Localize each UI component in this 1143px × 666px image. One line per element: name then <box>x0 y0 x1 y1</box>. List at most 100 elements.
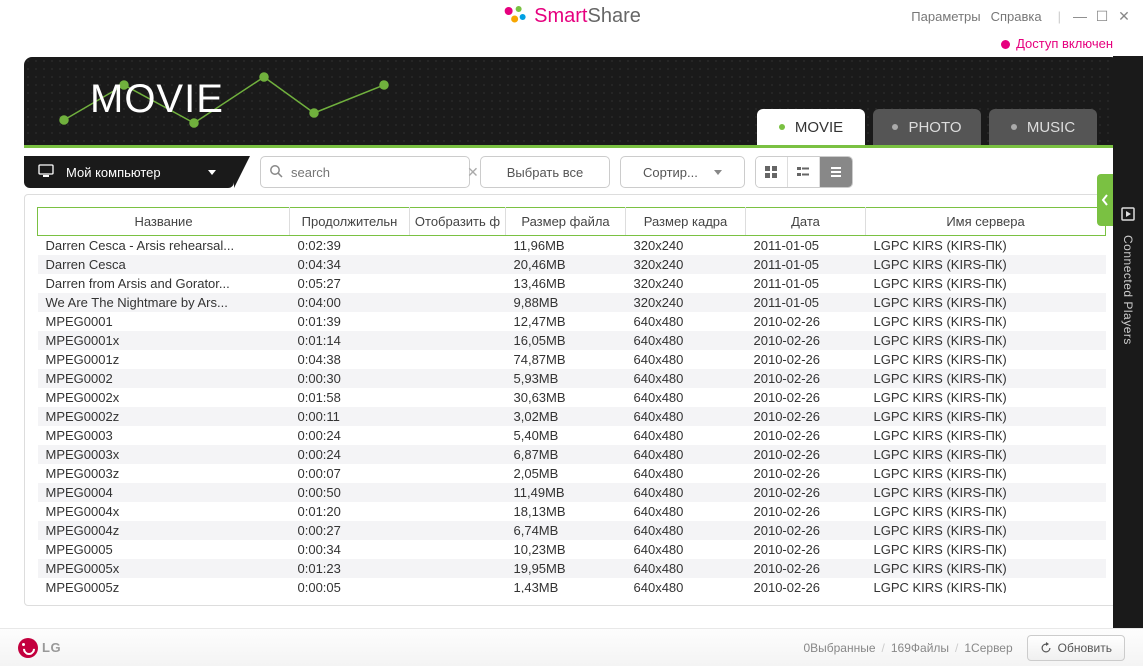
lg-logo-icon <box>18 638 38 658</box>
search-clear-button[interactable]: ✕ <box>467 164 479 181</box>
col-date[interactable]: Дата <box>746 208 866 236</box>
col-name[interactable]: Название <box>38 208 290 236</box>
cell-framesize: 640x480 <box>626 331 746 350</box>
cell-server: LGPC KIRS (KIRS-ПК) <box>866 369 1106 388</box>
cell-display <box>410 483 506 502</box>
cell-framesize: 640x480 <box>626 559 746 578</box>
stat-servers: 1Сервер <box>964 641 1012 655</box>
cell-framesize: 640x480 <box>626 407 746 426</box>
cell-server: LGPC KIRS (KIRS-ПК) <box>866 464 1106 483</box>
tab-music[interactable]: MUSIC <box>989 109 1097 145</box>
view-grid-button[interactable] <box>756 157 788 187</box>
col-display[interactable]: Отобразить ф <box>410 208 506 236</box>
tab-music-label: MUSIC <box>1027 119 1075 136</box>
cell-duration: 0:00:07 <box>290 464 410 483</box>
computer-icon <box>38 164 54 181</box>
table-row[interactable]: MPEG0002x0:01:5830,63MB640x4802010-02-26… <box>38 388 1106 407</box>
menu-params[interactable]: Параметры <box>911 9 980 24</box>
cell-display <box>410 445 506 464</box>
cell-display <box>410 559 506 578</box>
cell-name: MPEG0001x <box>38 331 290 350</box>
tab-movie[interactable]: MOVIE <box>757 109 865 145</box>
table-row[interactable]: MPEG0003x0:00:246,87MB640x4802010-02-26L… <box>38 445 1106 464</box>
cell-filesize: 11,49MB <box>506 483 626 502</box>
side-panel-toggle[interactable] <box>1097 174 1113 226</box>
tab-movie-label: MOVIE <box>795 119 843 136</box>
table-row[interactable]: MPEG0001z0:04:3874,87MB640x4802010-02-26… <box>38 350 1106 369</box>
table-row[interactable]: MPEG0001x0:01:1416,05MB640x4802010-02-26… <box>38 331 1106 350</box>
table-row[interactable]: MPEG00020:00:305,93MB640x4802010-02-26LG… <box>38 369 1106 388</box>
table-row[interactable]: MPEG00030:00:245,40MB640x4802010-02-26LG… <box>38 426 1106 445</box>
tab-photo[interactable]: PHOTO <box>873 109 981 145</box>
col-server[interactable]: Имя сервера <box>866 208 1106 236</box>
source-label: Мой компьютер <box>66 165 161 180</box>
cell-server: LGPC KIRS (KIRS-ПК) <box>866 502 1106 521</box>
cell-filesize: 2,05MB <box>506 464 626 483</box>
search-input[interactable] <box>291 165 467 180</box>
cell-framesize: 640x480 <box>626 483 746 502</box>
table-row[interactable]: MPEG00040:00:5011,49MB640x4802010-02-26L… <box>38 483 1106 502</box>
cell-framesize: 640x480 <box>626 312 746 331</box>
sort-dropdown[interactable]: Сортир... <box>620 156 745 188</box>
view-mode-group <box>755 156 853 188</box>
cell-server: LGPC KIRS (KIRS-ПК) <box>866 255 1106 274</box>
cell-duration: 0:00:05 <box>290 578 410 593</box>
cell-duration: 0:00:30 <box>290 369 410 388</box>
stat-files: 169Файлы <box>891 641 949 655</box>
col-framesize[interactable]: Размер кадра <box>626 208 746 236</box>
select-all-button[interactable]: Выбрать все <box>480 156 610 188</box>
table-row[interactable]: MPEG00010:01:3912,47MB640x4802010-02-26L… <box>38 312 1106 331</box>
view-list-button[interactable] <box>820 157 852 187</box>
cell-server: LGPC KIRS (KIRS-ПК) <box>866 274 1106 293</box>
view-detail-button[interactable] <box>788 157 820 187</box>
search-box[interactable]: ✕ <box>260 156 470 188</box>
cell-display <box>410 350 506 369</box>
table-row[interactable]: MPEG0005z0:00:051,43MB640x4802010-02-26L… <box>38 578 1106 593</box>
tab-bullet-icon <box>779 124 785 130</box>
col-filesize[interactable]: Размер файла <box>506 208 626 236</box>
table-row[interactable]: MPEG0003z0:00:072,05MB640x4802010-02-26L… <box>38 464 1106 483</box>
access-status[interactable]: Доступ включен <box>0 32 1143 57</box>
cell-date: 2010-02-26 <box>746 369 866 388</box>
table-row[interactable]: Darren from Arsis and Gorator...0:05:271… <box>38 274 1106 293</box>
chevron-down-icon <box>208 170 216 175</box>
table-row[interactable]: MPEG0004x0:01:2018,13MB640x4802010-02-26… <box>38 502 1106 521</box>
cell-duration: 0:00:24 <box>290 445 410 464</box>
cell-display <box>410 236 506 256</box>
cell-framesize: 320x240 <box>626 274 746 293</box>
cell-framesize: 640x480 <box>626 388 746 407</box>
cell-date: 2010-02-26 <box>746 331 866 350</box>
table-row[interactable]: We Are The Nightmare by Ars...0:04:009,8… <box>38 293 1106 312</box>
table-row[interactable]: MPEG0002z0:00:113,02MB640x4802010-02-26L… <box>38 407 1106 426</box>
tab-bullet-icon <box>1011 124 1017 130</box>
window-maximize-button[interactable]: ☐ <box>1093 7 1111 25</box>
side-panel-label: Connected Players <box>1121 235 1135 345</box>
cell-server: LGPC KIRS (KIRS-ПК) <box>866 426 1106 445</box>
table-row[interactable]: Darren Cesca - Arsis rehearsal...0:02:39… <box>38 236 1106 256</box>
cell-duration: 0:01:58 <box>290 388 410 407</box>
cell-name: MPEG0002z <box>38 407 290 426</box>
cell-date: 2011-01-05 <box>746 236 866 256</box>
brand-text-share: Share <box>587 5 640 28</box>
search-icon <box>269 164 283 181</box>
table-row[interactable]: MPEG0004z0:00:276,74MB640x4802010-02-26L… <box>38 521 1106 540</box>
table-row[interactable]: MPEG00050:00:3410,23MB640x4802010-02-26L… <box>38 540 1106 559</box>
cell-date: 2010-02-26 <box>746 540 866 559</box>
source-dropdown[interactable]: Мой компьютер <box>24 156 234 188</box>
cell-server: LGPC KIRS (KIRS-ПК) <box>866 293 1106 312</box>
table-header-row: Название Продолжительн Отобразить ф Разм… <box>38 208 1106 236</box>
cell-duration: 0:01:39 <box>290 312 410 331</box>
cell-date: 2011-01-05 <box>746 293 866 312</box>
window-minimize-button[interactable]: — <box>1071 7 1089 25</box>
tab-bullet-icon <box>892 124 898 130</box>
cell-framesize: 640x480 <box>626 350 746 369</box>
menu-help[interactable]: Справка <box>991 9 1042 24</box>
file-table-scroll[interactable]: Название Продолжительн Отобразить ф Разм… <box>37 207 1106 593</box>
header-accent-strip <box>24 145 1119 148</box>
header-bar: MOVIE MOVIE PHOTO MUSIC <box>24 57 1119 145</box>
window-close-button[interactable]: ✕ <box>1115 7 1133 25</box>
table-row[interactable]: MPEG0005x0:01:2319,95MB640x4802010-02-26… <box>38 559 1106 578</box>
refresh-button[interactable]: Обновить <box>1027 635 1125 661</box>
col-duration[interactable]: Продолжительн <box>290 208 410 236</box>
table-row[interactable]: Darren Cesca0:04:3420,46MB320x2402011-01… <box>38 255 1106 274</box>
